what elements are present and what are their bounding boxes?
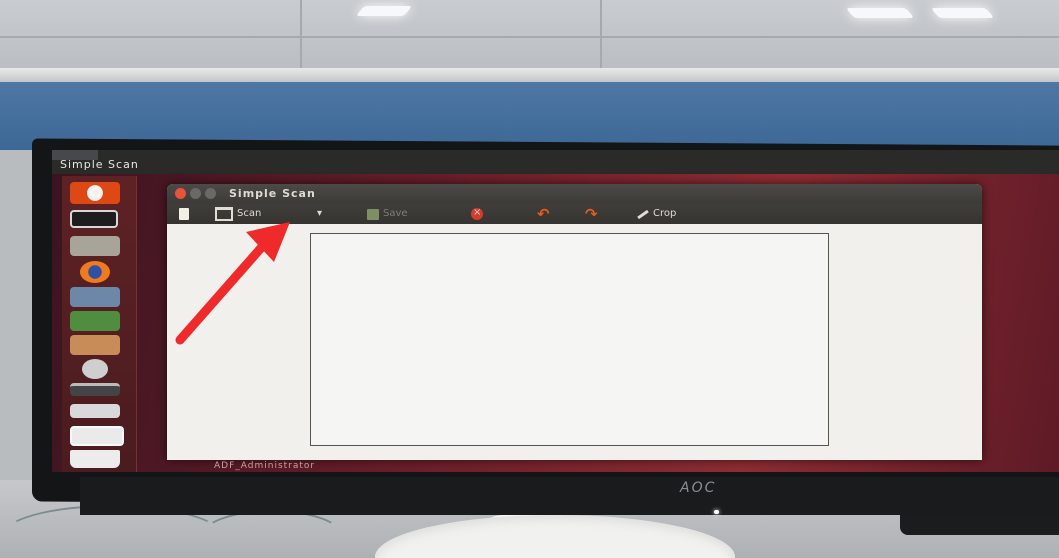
red-annotation-arrow [175,222,290,345]
arrow-shaft [175,235,273,345]
photo-scene: AOC Simple Scan Simple Scan Scan ▾ Save … [0,0,1059,558]
